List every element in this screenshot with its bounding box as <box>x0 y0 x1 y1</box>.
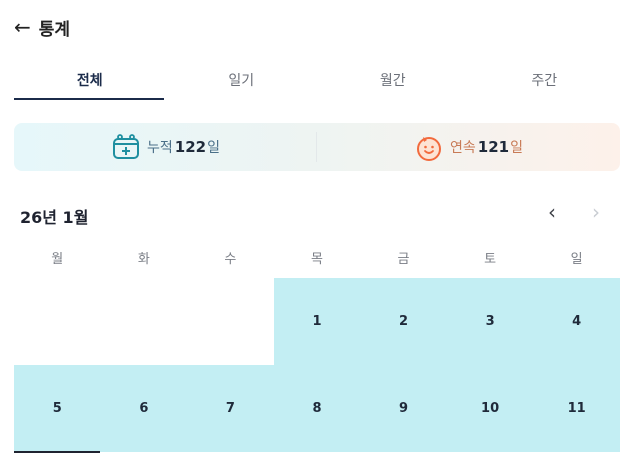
streak-label: 연속 <box>450 140 476 156</box>
calendar-day[interactable]: 10 <box>446 365 534 452</box>
calendar-day[interactable]: 8 <box>273 365 361 452</box>
scroll-edge-divider <box>14 451 100 453</box>
chevron-left-icon[interactable]: ‹ <box>548 200 556 224</box>
tab-monthly[interactable]: 월간 <box>317 62 469 102</box>
weekday-label: 화 <box>137 252 150 267</box>
streak-value: 121 <box>477 138 510 156</box>
weekday-label: 수 <box>224 252 237 267</box>
tab-all[interactable]: 전체 <box>14 62 166 102</box>
calendar-plus-icon <box>113 134 140 159</box>
streak-stat: 연속 121 일 <box>317 132 620 162</box>
weekday-header: 월 화 수 목 금 토 일 <box>14 248 620 267</box>
calendar-day[interactable]: 3 <box>446 278 534 365</box>
tab-diary[interactable]: 일기 <box>166 62 318 102</box>
month-label: 26년 1월 <box>20 208 89 227</box>
stats-summary-card: 누적 122 일 연속 121 일 <box>14 123 620 171</box>
cumulative-unit: 일 <box>207 140 220 156</box>
weekday-label: 토 <box>484 252 497 267</box>
stats-divider <box>316 132 317 162</box>
chevron-right-icon[interactable]: › <box>592 200 600 224</box>
weekday-label: 목 <box>310 252 323 267</box>
weekday-label: 월 <box>51 252 64 267</box>
calendar-day[interactable]: 9 <box>360 365 447 452</box>
calendar-week: 1 2 3 4 <box>14 278 620 365</box>
smiley-face-icon <box>417 137 442 161</box>
cumulative-value: 122 <box>174 138 207 156</box>
tab-weekly[interactable]: 주간 <box>469 62 621 102</box>
calendar-day-empty <box>101 278 188 365</box>
cumulative-label: 누적 <box>147 140 173 156</box>
weekday-label: 일 <box>570 252 583 267</box>
page-title: 통계 <box>38 19 71 40</box>
calendar-week: 5 6 7 8 9 10 11 <box>14 365 620 452</box>
calendar-day[interactable]: 5 <box>14 365 101 452</box>
weekday-label: 금 <box>397 252 410 267</box>
active-tab-indicator <box>14 98 164 100</box>
calendar-day[interactable]: 7 <box>187 365 274 452</box>
calendar-grid: 1 2 3 4 5 6 7 8 9 10 11 <box>14 278 620 452</box>
cumulative-stat: 누적 122 일 <box>14 133 317 161</box>
back-arrow-icon[interactable]: ← <box>14 17 31 37</box>
calendar-day-empty <box>14 278 101 365</box>
calendar-day-empty <box>187 278 274 365</box>
calendar-day[interactable]: 1 <box>273 278 361 365</box>
calendar-day[interactable]: 4 <box>533 278 620 365</box>
calendar-day[interactable]: 6 <box>100 365 188 452</box>
header: ← 통계 <box>14 14 70 40</box>
calendar-day[interactable]: 11 <box>533 365 620 452</box>
tab-bar: 전체 일기 월간 주간 <box>14 62 620 102</box>
streak-unit: 일 <box>510 140 523 156</box>
calendar-day[interactable]: 2 <box>360 278 447 365</box>
